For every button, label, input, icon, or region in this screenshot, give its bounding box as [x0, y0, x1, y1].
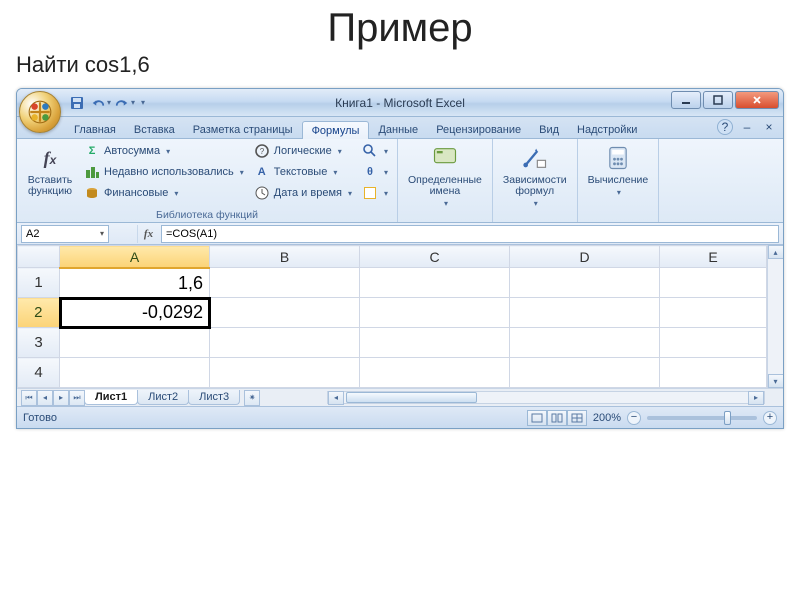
row-header-3[interactable]: 3: [18, 328, 60, 358]
tab-nav-first-icon[interactable]: ⏮: [21, 390, 37, 406]
row-header-2[interactable]: 2: [18, 298, 60, 328]
svg-text:?: ?: [260, 147, 265, 156]
zoom-in-button[interactable]: +: [763, 411, 777, 425]
tab-data[interactable]: Данные: [369, 121, 427, 138]
col-header-D[interactable]: D: [510, 246, 660, 268]
tab-home[interactable]: Главная: [65, 121, 125, 138]
col-header-B[interactable]: B: [210, 246, 360, 268]
excel-window: ▾ ▾ ▾ Книга1 - Microsoft Excel Главная В…: [16, 88, 784, 429]
tab-view[interactable]: Вид: [530, 121, 568, 138]
cell-E2[interactable]: [660, 298, 767, 328]
qat-customize-icon[interactable]: ▾: [141, 98, 145, 107]
tab-nav-prev-icon[interactable]: ◂: [37, 390, 53, 406]
lookup-ref-button[interactable]: ▾: [359, 141, 391, 161]
cell-A2[interactable]: -0,0292: [60, 298, 210, 328]
date-time-button[interactable]: Дата и время▾: [251, 183, 355, 203]
calculation-button[interactable]: Вычисление▾: [584, 141, 653, 199]
scroll-up-icon[interactable]: ▴: [768, 245, 784, 259]
view-normal-button[interactable]: [527, 410, 547, 426]
workbook-close-icon[interactable]: ×: [761, 119, 777, 135]
sheet-tab-1[interactable]: Лист1: [84, 390, 138, 405]
window-controls: [671, 91, 779, 109]
group-function-library-label: Библиотека функций: [23, 208, 391, 222]
scroll-down-icon[interactable]: ▾: [768, 374, 784, 388]
sheet-tab-bar: ⏮ ◂ ▸ ⏭ Лист1 Лист2 Лист3 ✷ ◂ ▸: [17, 388, 783, 406]
cell-C2[interactable]: [360, 298, 510, 328]
col-header-A[interactable]: A: [60, 246, 210, 268]
cell-D2[interactable]: [510, 298, 660, 328]
formula-bar: A2▾ fx =COS(A1): [17, 223, 783, 245]
undo-button[interactable]: ▾: [91, 93, 111, 113]
cell-A1[interactable]: 1,6: [60, 268, 210, 298]
name-box[interactable]: A2▾: [21, 225, 109, 243]
row-header-1[interactable]: 1: [18, 268, 60, 298]
tab-nav-next-icon[interactable]: ▸: [53, 390, 69, 406]
defined-names-button[interactable]: Определенные имена▾: [404, 141, 486, 210]
view-page-break-button[interactable]: [567, 410, 587, 426]
save-button[interactable]: [67, 93, 87, 113]
col-header-E[interactable]: E: [660, 246, 767, 268]
autosum-button[interactable]: ΣАвтосумма▾: [81, 141, 247, 161]
formula-input[interactable]: =COS(A1): [161, 225, 779, 243]
text-button[interactable]: AТекстовые▾: [251, 162, 355, 182]
chevron-down-icon[interactable]: ▾: [100, 229, 104, 238]
help-icon[interactable]: ?: [717, 119, 733, 135]
insert-sheet-icon[interactable]: ✷: [244, 390, 260, 406]
maximize-button[interactable]: [703, 91, 733, 109]
formula-auditing-button[interactable]: Зависимости формул▾: [499, 141, 571, 210]
view-page-layout-button[interactable]: [547, 410, 567, 426]
cell-A3[interactable]: [60, 328, 210, 358]
cell-E1[interactable]: [660, 268, 767, 298]
select-all-corner[interactable]: [18, 246, 60, 268]
insert-function-button[interactable]: fx Вставить функцию: [23, 141, 77, 199]
cell-C1[interactable]: [360, 268, 510, 298]
sheet-tab-3[interactable]: Лист3: [188, 390, 240, 405]
sheet-tab-2[interactable]: Лист2: [137, 390, 189, 405]
cell-B2[interactable]: [210, 298, 360, 328]
titlebar: ▾ ▾ ▾ Книга1 - Microsoft Excel: [17, 89, 783, 117]
col-header-C[interactable]: C: [360, 246, 510, 268]
cell-D1[interactable]: [510, 268, 660, 298]
cell-B1[interactable]: [210, 268, 360, 298]
scroll-right-icon[interactable]: ▸: [748, 391, 764, 405]
ribbon-minimize-icon[interactable]: –: [739, 119, 755, 135]
recently-used-button[interactable]: Недавно использовались▾: [81, 162, 247, 182]
ribbon-tabs: Главная Вставка Разметка страницы Формул…: [17, 117, 783, 139]
grid[interactable]: A B C D E 1 1,6: [17, 245, 767, 388]
minimize-button[interactable]: [671, 91, 701, 109]
worksheet: A B C D E 1 1,6: [17, 245, 783, 406]
ribbon: fx Вставить функцию ΣАвтосумма▾ Недавно …: [17, 139, 783, 223]
hscroll-thumb[interactable]: [346, 392, 477, 403]
vertical-scrollbar[interactable]: ▴ ▾: [767, 245, 783, 388]
scroll-left-icon[interactable]: ◂: [328, 391, 344, 405]
slide-subtitle: Найти cos1,6: [16, 52, 800, 78]
quick-access-toolbar: ▾ ▾ ▾: [67, 89, 145, 116]
status-ready: Готово: [23, 412, 57, 424]
math-trig-button[interactable]: θ▾: [359, 162, 391, 182]
tab-review[interactable]: Рецензирование: [427, 121, 530, 138]
tab-formulas[interactable]: Формулы: [302, 121, 370, 139]
close-button[interactable]: [735, 91, 779, 109]
logical-button[interactable]: ?Логические▾: [251, 141, 355, 161]
financial-button[interactable]: Финансовые▾: [81, 183, 247, 203]
zoom-out-button[interactable]: −: [627, 411, 641, 425]
tab-nav-last-icon[interactable]: ⏭: [69, 390, 85, 406]
horizontal-scrollbar[interactable]: ◂ ▸: [327, 391, 765, 404]
tab-page-layout[interactable]: Разметка страницы: [184, 121, 302, 138]
slide-title: Пример: [0, 8, 800, 48]
status-bar: Готово 200% − +: [17, 406, 783, 428]
tab-addins[interactable]: Надстройки: [568, 121, 646, 138]
redo-button[interactable]: ▾: [115, 93, 135, 113]
zoom-slider[interactable]: [647, 416, 757, 420]
more-functions-button[interactable]: ▾: [359, 183, 391, 203]
cell-A4[interactable]: [60, 358, 210, 388]
tab-insert[interactable]: Вставка: [125, 121, 184, 138]
row-header-4[interactable]: 4: [18, 358, 60, 388]
zoom-value[interactable]: 200%: [593, 412, 621, 424]
fx-button[interactable]: fx: [137, 225, 159, 243]
